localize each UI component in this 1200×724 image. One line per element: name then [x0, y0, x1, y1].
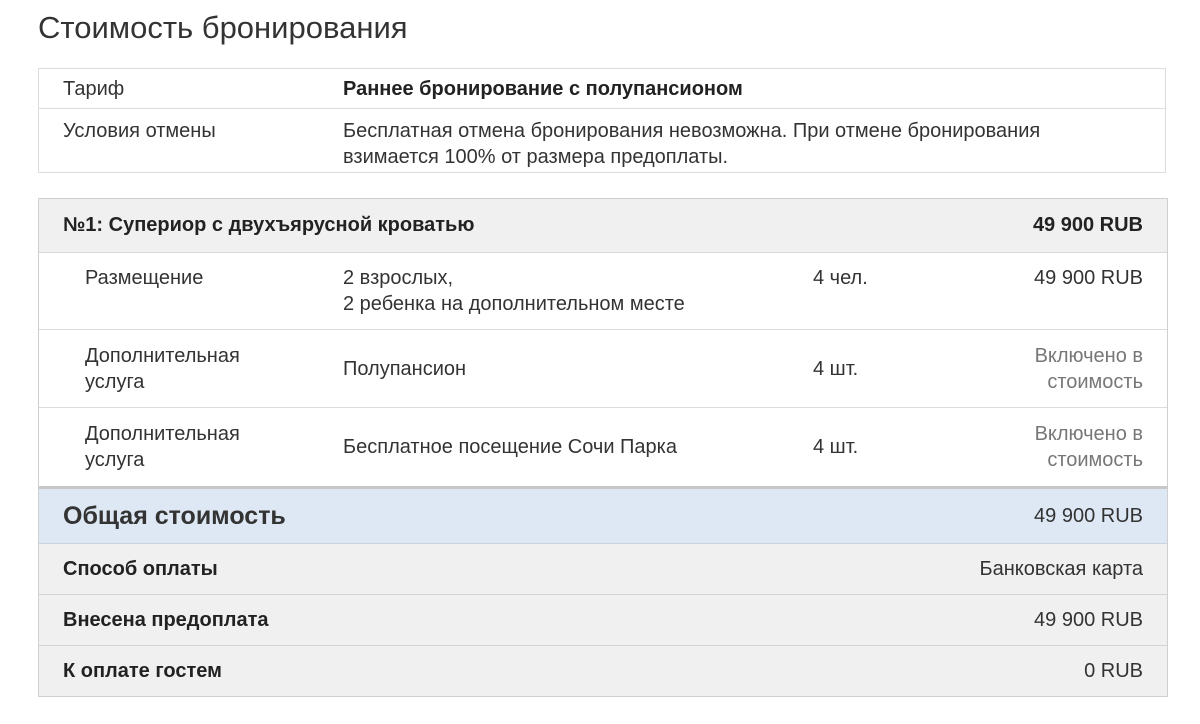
item-price-line2: стоимость [1047, 449, 1143, 471]
table-row-service-park-visit: Дополнительная услуга Бесплатное посещен… [39, 408, 1167, 489]
tariff-row-rate: Тариф Раннее бронирование с полупансионо… [39, 69, 1165, 109]
prepayment-label: Внесена предоплата [63, 608, 269, 631]
cancellation-value-line1: Бесплатная отмена бронирования невозможн… [343, 120, 1041, 142]
amount-due-label: К оплате гостем [63, 659, 222, 682]
cancellation-label: Условия отмены [63, 120, 216, 142]
item-type: Размещение [85, 267, 204, 289]
item-quantity: 4 чел. [813, 267, 868, 289]
amount-due-value: 0 RUB [1084, 659, 1143, 682]
cost-breakdown-table: №1: Супериор с двухъярусной кроватью 49 … [38, 198, 1168, 697]
cancellation-value: Бесплатная отмена бронирования невозможн… [321, 109, 1165, 172]
payment-method-row: Способ оплаты Банковская карта [39, 544, 1167, 595]
item-type: Дополнительная услуга [39, 343, 321, 395]
item-price-line1: Включено в [1034, 423, 1143, 445]
room-name: №1: Супериор с двухъярусной кроватью [63, 214, 475, 236]
item-price: Включено в стоимость [943, 421, 1167, 473]
item-description: 2 взрослых, 2 ребенка на дополнительном … [321, 253, 813, 329]
page-title: Стоимость бронирования [38, 10, 408, 45]
item-type-line1: Дополнительная [85, 423, 240, 445]
item-quantity: 4 шт. [813, 357, 859, 380]
room-header-row: №1: Супериор с двухъярусной кроватью 49 … [39, 199, 1167, 253]
prepayment-value: 49 900 RUB [1034, 608, 1143, 631]
item-description-line1: 2 взрослых, [343, 267, 454, 289]
item-type-line2: услуга [85, 370, 145, 393]
total-cost-row: Общая стоимость 49 900 RUB [39, 489, 1167, 544]
item-type-line1: Дополнительная [85, 344, 240, 367]
item-price-line1: Включено в [1034, 344, 1143, 367]
tariff-info-table: Тариф Раннее бронирование с полупансионо… [38, 68, 1166, 173]
rate-label: Тариф [63, 78, 125, 100]
item-price: Включено в стоимость [943, 343, 1167, 395]
amount-due-row: К оплате гостем 0 RUB [39, 646, 1167, 696]
table-row-accommodation: Размещение 2 взрослых, 2 ребенка на допо… [39, 253, 1167, 330]
item-type: Дополнительная услуга [39, 421, 321, 473]
cancellation-value-line2: взимается 100% от размера предоплаты. [343, 146, 729, 168]
item-description: Полупансион [343, 357, 467, 380]
item-price: 49 900 RUB [1034, 267, 1143, 289]
room-price: 49 900 RUB [1032, 214, 1143, 236]
table-row-service-half-board: Дополнительная услуга Полупансион 4 шт. … [39, 330, 1167, 408]
item-type-line2: услуга [85, 449, 145, 471]
item-description-line2: 2 ребенка на дополнительном месте [343, 293, 685, 315]
tariff-row-cancellation: Условия отмены Бесплатная отмена брониро… [39, 109, 1165, 172]
total-cost-label: Общая стоимость [63, 501, 286, 530]
item-quantity: 4 шт. [813, 436, 859, 458]
total-cost-value: 49 900 RUB [1034, 504, 1143, 527]
payment-method-label: Способ оплаты [63, 557, 218, 580]
item-description: Бесплатное посещение Сочи Парка [343, 436, 677, 458]
rate-value: Раннее бронирование с полупансионом [343, 78, 743, 100]
item-price-line2: стоимость [1047, 370, 1143, 393]
prepayment-row: Внесена предоплата 49 900 RUB [39, 595, 1167, 646]
payment-method-value: Банковская карта [979, 557, 1143, 580]
